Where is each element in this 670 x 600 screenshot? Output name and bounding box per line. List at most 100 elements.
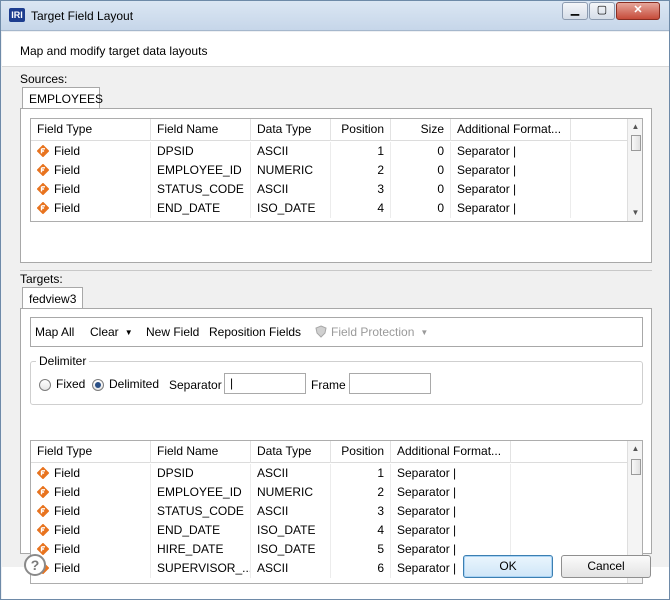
scroll-up-icon[interactable]: ▲: [628, 119, 642, 134]
table-row[interactable]: Field STATUS_CODE ASCII 3 Separator |: [31, 502, 628, 521]
field-name: STATUS_CODE: [151, 180, 251, 199]
fixed-radio-label[interactable]: Fixed: [56, 377, 85, 391]
size: 0: [391, 199, 451, 218]
data-type: NUMERIC: [251, 161, 331, 180]
delimiter-label: Delimiter: [36, 354, 90, 368]
table-row[interactable]: Field STATUS_CODE ASCII 3 0 Separator |: [31, 180, 628, 199]
sources-col-field-name[interactable]: Field Name: [151, 119, 251, 141]
field-icon: [37, 183, 49, 195]
sources-col-data-type[interactable]: Data Type: [251, 119, 331, 141]
data-type: ASCII: [251, 180, 331, 199]
sources-vertical-scrollbar[interactable]: ▲ ▼: [627, 119, 642, 221]
targets-col-field-type[interactable]: Field Type: [31, 441, 151, 463]
delimiter-group: Delimiter Fixed Delimited Separator | Fr…: [30, 354, 643, 405]
additional-format: Separator |: [451, 161, 571, 180]
table-row[interactable]: Field END_DATE ISO_DATE 4 Separator |: [31, 521, 628, 540]
targets-col-position[interactable]: Position: [331, 441, 391, 463]
field-name: STATUS_CODE: [151, 502, 251, 521]
targets-toolbar: Map All Clear ▼ New Field Reposition Fiel…: [30, 317, 643, 347]
field-icon: [37, 145, 49, 157]
field-type: Field: [54, 466, 81, 480]
dialog-content: Map and modify target data layouts Sourc…: [2, 32, 669, 599]
fixed-radio[interactable]: [39, 379, 51, 391]
shield-icon: [315, 325, 327, 338]
title-bar[interactable]: IRI Target Field Layout ▁ ▢ ✕: [1, 1, 669, 31]
minimize-button[interactable]: ▁: [562, 2, 588, 20]
dialog-window: IRI Target Field Layout ▁ ▢ ✕ Map and mo…: [0, 0, 670, 600]
field-icon: [37, 505, 49, 517]
targets-col-filler: [511, 441, 628, 463]
sources-table[interactable]: Field Type Field Name Data Type Position…: [30, 118, 643, 222]
sources-tab-pane: Field Type Field Name Data Type Position…: [20, 108, 652, 263]
table-row[interactable]: Field EMPLOYEE_ID NUMERIC 2 Separator |: [31, 483, 628, 502]
cancel-button[interactable]: Cancel: [561, 555, 651, 578]
targets-col-additional-format[interactable]: Additional Format...: [391, 441, 511, 463]
clear-button[interactable]: Clear ▼: [90, 318, 133, 346]
frame-input[interactable]: [349, 373, 431, 394]
field-protection-button[interactable]: Field Protection ▼: [315, 318, 428, 346]
data-type: NUMERIC: [251, 483, 331, 502]
position: 2: [331, 161, 391, 180]
separator-input[interactable]: |: [224, 373, 306, 394]
field-name: DPSID: [151, 464, 251, 483]
field-type: Field: [54, 561, 81, 575]
data-type: ASCII: [251, 559, 331, 578]
sources-table-header: Field Type Field Name Data Type Position…: [31, 119, 628, 141]
scroll-down-icon[interactable]: ▼: [628, 205, 642, 220]
sources-col-position[interactable]: Position: [331, 119, 391, 141]
maximize-button[interactable]: ▢: [589, 2, 615, 20]
delimited-radio-label[interactable]: Delimited: [109, 377, 159, 391]
close-icon: ✕: [633, 4, 643, 16]
field-icon: [37, 543, 49, 555]
table-row[interactable]: Field DPSID ASCII 1 Separator |: [31, 464, 628, 483]
tab-fedview3[interactable]: fedview3: [22, 287, 83, 309]
field-icon: [37, 164, 49, 176]
field-icon: [37, 524, 49, 536]
scroll-up-icon[interactable]: ▲: [628, 441, 642, 456]
field-icon: [37, 486, 49, 498]
additional-format: Separator |: [451, 199, 571, 218]
close-button[interactable]: ✕: [616, 2, 660, 20]
additional-format: Separator |: [391, 483, 511, 502]
position: 5: [331, 540, 391, 559]
field-name: SUPERVISOR_...: [151, 559, 251, 578]
window-title: Target Field Layout: [31, 9, 134, 23]
table-row[interactable]: Field END_DATE ISO_DATE 4 0 Separator |: [31, 199, 628, 218]
scroll-thumb[interactable]: [631, 459, 641, 475]
new-field-button[interactable]: New Field: [146, 318, 199, 346]
targets-col-data-type[interactable]: Data Type: [251, 441, 331, 463]
sources-col-field-type[interactable]: Field Type: [31, 119, 151, 141]
targets-col-field-name[interactable]: Field Name: [151, 441, 251, 463]
field-type: Field: [54, 504, 81, 518]
sources-col-filler: [571, 119, 628, 141]
data-type: ASCII: [251, 464, 331, 483]
help-icon[interactable]: ?: [24, 554, 46, 576]
maximize-icon: ▢: [596, 4, 608, 16]
field-protection-label: Field Protection: [331, 325, 415, 339]
scroll-thumb[interactable]: [631, 135, 641, 151]
targets-tab-pane: Map All Clear ▼ New Field Reposition Fiel…: [20, 308, 652, 584]
map-all-button[interactable]: Map All: [35, 318, 74, 346]
sources-col-size[interactable]: Size: [391, 119, 451, 141]
field-type: Field: [54, 542, 81, 556]
delimited-radio[interactable]: [92, 379, 104, 391]
frame-label: Frame: [311, 378, 346, 392]
sources-col-additional-format[interactable]: Additional Format...: [451, 119, 571, 141]
size: 0: [391, 161, 451, 180]
additional-format: Separator |: [391, 502, 511, 521]
field-type: Field: [54, 201, 81, 215]
additional-format: Separator |: [391, 464, 511, 483]
field-type: Field: [54, 182, 81, 196]
reposition-fields-button[interactable]: Reposition Fields: [209, 318, 301, 346]
table-row[interactable]: Field DPSID ASCII 1 0 Separator |: [31, 142, 628, 161]
main-area: Sources: EMPLOYEES Field Type Field Name…: [2, 67, 669, 584]
ok-button[interactable]: OK: [463, 555, 553, 578]
field-name: DPSID: [151, 142, 251, 161]
clear-label: Clear: [90, 325, 119, 339]
data-type: ISO_DATE: [251, 540, 331, 559]
position: 1: [331, 464, 391, 483]
targets-table-header: Field Type Field Name Data Type Position…: [31, 441, 628, 463]
table-row[interactable]: Field EMPLOYEE_ID NUMERIC 2 0 Separator …: [31, 161, 628, 180]
field-type: Field: [54, 485, 81, 499]
tab-employees[interactable]: EMPLOYEES: [22, 87, 103, 109]
